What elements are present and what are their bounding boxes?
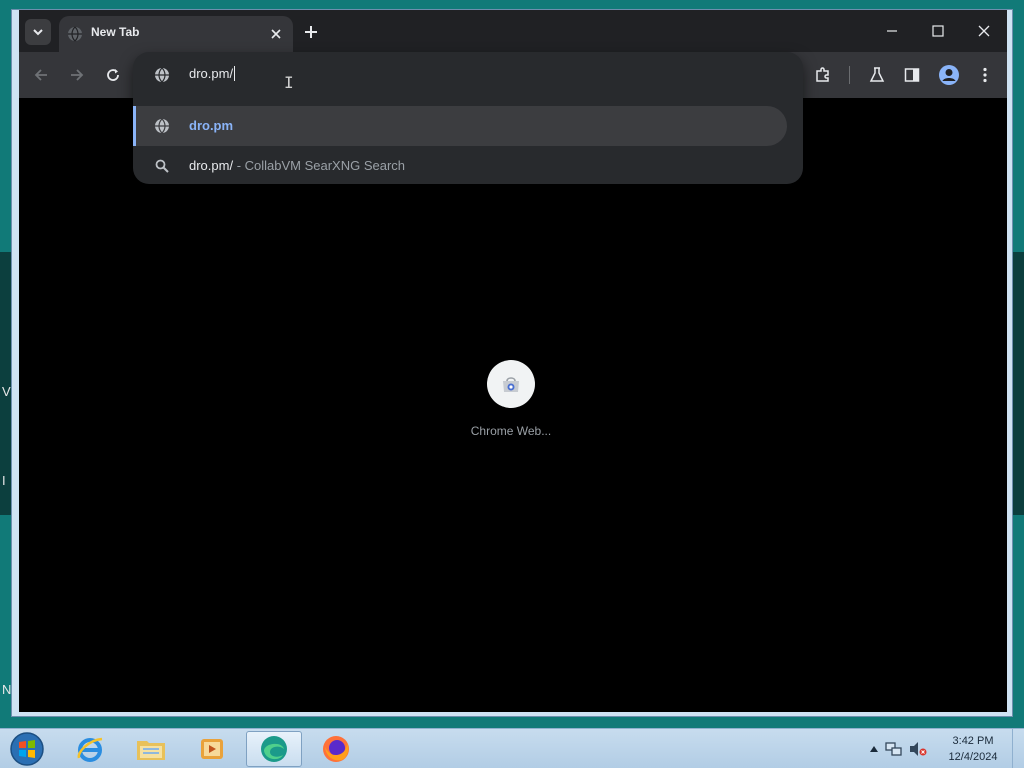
taskbar-edge[interactable] xyxy=(246,731,302,767)
windows-orb-icon xyxy=(10,732,44,766)
new-tab-button[interactable] xyxy=(301,22,321,42)
network-icon xyxy=(885,742,902,756)
tab-new-tab[interactable]: New Tab xyxy=(59,16,293,52)
volume-muted-icon xyxy=(910,742,927,756)
address-bar[interactable]: dro.pm/ xyxy=(133,52,803,96)
taskbar-file-explorer[interactable] xyxy=(123,731,179,767)
clock-time: 3:42 PM xyxy=(952,735,994,747)
menu-button[interactable] xyxy=(973,63,997,87)
browser-frame: New Tab dro.pm/ dro.pm dro.pm/ - CollabV… xyxy=(19,10,1007,712)
kebab-menu-icon xyxy=(983,67,987,83)
minimize-button[interactable] xyxy=(872,18,912,44)
chevron-up-icon xyxy=(870,746,878,752)
maximize-button[interactable] xyxy=(918,18,958,44)
labs-button[interactable] xyxy=(865,63,889,87)
desktop-edge-char: V xyxy=(2,384,11,399)
maximize-icon xyxy=(932,25,944,37)
profile-button[interactable] xyxy=(937,63,961,87)
address-input[interactable]: dro.pm/ xyxy=(189,66,236,81)
shortcut-tile[interactable]: Chrome Web... xyxy=(449,360,573,438)
suggestion-query: dro.pm/ xyxy=(189,158,234,173)
suggestion-item[interactable]: dro.pm/ - CollabVM SearXNG Search xyxy=(133,146,787,186)
system-clock[interactable]: 3:42 PM 12/4/2024 xyxy=(938,733,1008,765)
omnibox-dropdown: dro.pm/ dro.pm dro.pm/ - CollabVM SearXN… xyxy=(133,52,803,184)
tab-search-button[interactable] xyxy=(25,19,51,45)
globe-icon xyxy=(155,118,169,134)
firefox-icon xyxy=(323,736,349,762)
globe-icon xyxy=(68,26,82,42)
extensions-button[interactable] xyxy=(811,63,835,87)
desktop-edge-char: I xyxy=(2,473,6,488)
system-tray xyxy=(866,729,930,768)
desktop-edge-char: N xyxy=(2,682,12,697)
side-panel-icon xyxy=(904,68,920,82)
toolbar-divider xyxy=(849,66,850,84)
tab-strip: New Tab xyxy=(19,10,1007,52)
shortcut-label: Chrome Web... xyxy=(470,424,552,438)
browser-window: New Tab dro.pm/ dro.pm dro.pm/ - CollabV… xyxy=(11,9,1013,717)
chevron-down-icon xyxy=(33,29,43,36)
volume-control[interactable] xyxy=(906,741,930,757)
globe-icon xyxy=(155,67,169,83)
edge-icon xyxy=(261,736,287,762)
reload-button[interactable] xyxy=(101,63,125,87)
shortcut-icon-circle xyxy=(487,360,535,408)
tab-title: New Tab xyxy=(91,25,140,39)
address-input-value: dro.pm/ xyxy=(189,66,234,81)
media-player-icon xyxy=(201,739,223,759)
suggestion-description: - CollabVM SearXNG Search xyxy=(233,158,406,173)
flask-icon xyxy=(869,67,885,82)
side-panel-button[interactable] xyxy=(900,63,924,87)
taskbar-media-player[interactable] xyxy=(184,731,240,767)
tab-close-button[interactable] xyxy=(267,25,285,43)
show-desktop-button[interactable] xyxy=(1012,729,1024,768)
suggestion-text: dro.pm/ - CollabVM SearXNG Search xyxy=(189,158,405,173)
close-icon xyxy=(271,29,281,39)
puzzle-icon xyxy=(816,67,829,82)
taskbar-internet-explorer[interactable] xyxy=(62,731,118,767)
suggestion-item[interactable]: dro.pm xyxy=(133,106,787,146)
search-icon xyxy=(155,159,169,173)
minimize-icon xyxy=(887,30,897,32)
selection-indicator xyxy=(133,106,136,146)
chrome-web-store-icon xyxy=(503,377,519,392)
close-icon xyxy=(978,25,990,37)
start-button[interactable] xyxy=(6,730,48,768)
arrow-right-icon xyxy=(71,69,84,81)
arrow-left-icon xyxy=(34,69,47,81)
forward-button[interactable] xyxy=(65,63,89,87)
tray-overflow-button[interactable] xyxy=(866,746,882,752)
close-window-button[interactable] xyxy=(964,18,1004,44)
ibeam-cursor-icon: I xyxy=(284,73,294,92)
avatar-icon xyxy=(939,65,959,85)
clock-date: 12/4/2024 xyxy=(948,751,998,763)
network-status[interactable] xyxy=(882,741,906,757)
taskbar: 3:42 PM 12/4/2024 xyxy=(0,728,1024,768)
internet-explorer-icon xyxy=(77,737,103,762)
folder-icon xyxy=(137,741,165,760)
back-button[interactable] xyxy=(29,63,53,87)
plus-icon xyxy=(305,26,317,38)
reload-icon xyxy=(107,69,119,81)
text-caret xyxy=(234,66,236,81)
taskbar-firefox[interactable] xyxy=(308,731,364,767)
suggestion-text: dro.pm xyxy=(189,118,234,133)
